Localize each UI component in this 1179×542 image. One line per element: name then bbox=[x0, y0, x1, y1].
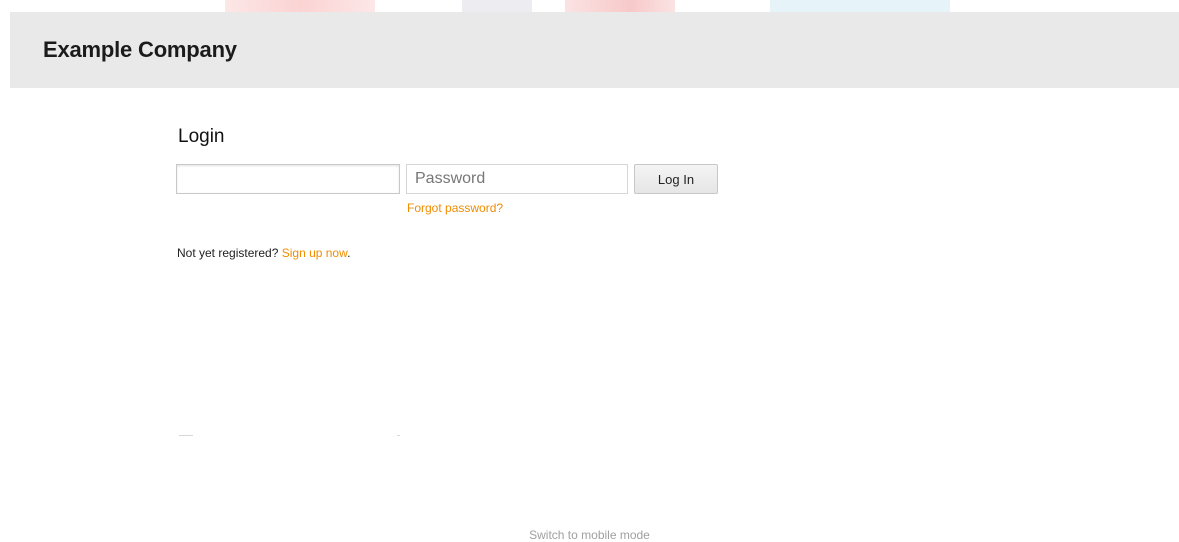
divider bbox=[179, 435, 193, 436]
password-input[interactable] bbox=[406, 164, 628, 194]
accent-stripe bbox=[770, 0, 950, 12]
register-prompt-text: Not yet registered? bbox=[177, 246, 282, 260]
log-in-button[interactable]: Log In bbox=[634, 164, 718, 194]
register-prompt: Not yet registered? Sign up now. bbox=[177, 246, 350, 260]
divider bbox=[397, 435, 400, 436]
username-input[interactable] bbox=[176, 164, 400, 194]
register-suffix: . bbox=[347, 246, 351, 260]
forgot-password-link[interactable]: Forgot password? bbox=[407, 201, 503, 215]
sign-up-link[interactable]: Sign up now bbox=[282, 246, 347, 260]
company-name: Example Company bbox=[43, 37, 237, 62]
accent-stripe bbox=[225, 0, 375, 12]
switch-to-mobile-link[interactable]: Switch to mobile mode bbox=[0, 528, 1179, 542]
login-title: Login bbox=[178, 126, 225, 147]
accent-stripe bbox=[462, 0, 532, 12]
top-accent-bar bbox=[0, 0, 1179, 12]
accent-stripe bbox=[565, 0, 675, 12]
page-header: Example Company bbox=[10, 12, 1179, 88]
